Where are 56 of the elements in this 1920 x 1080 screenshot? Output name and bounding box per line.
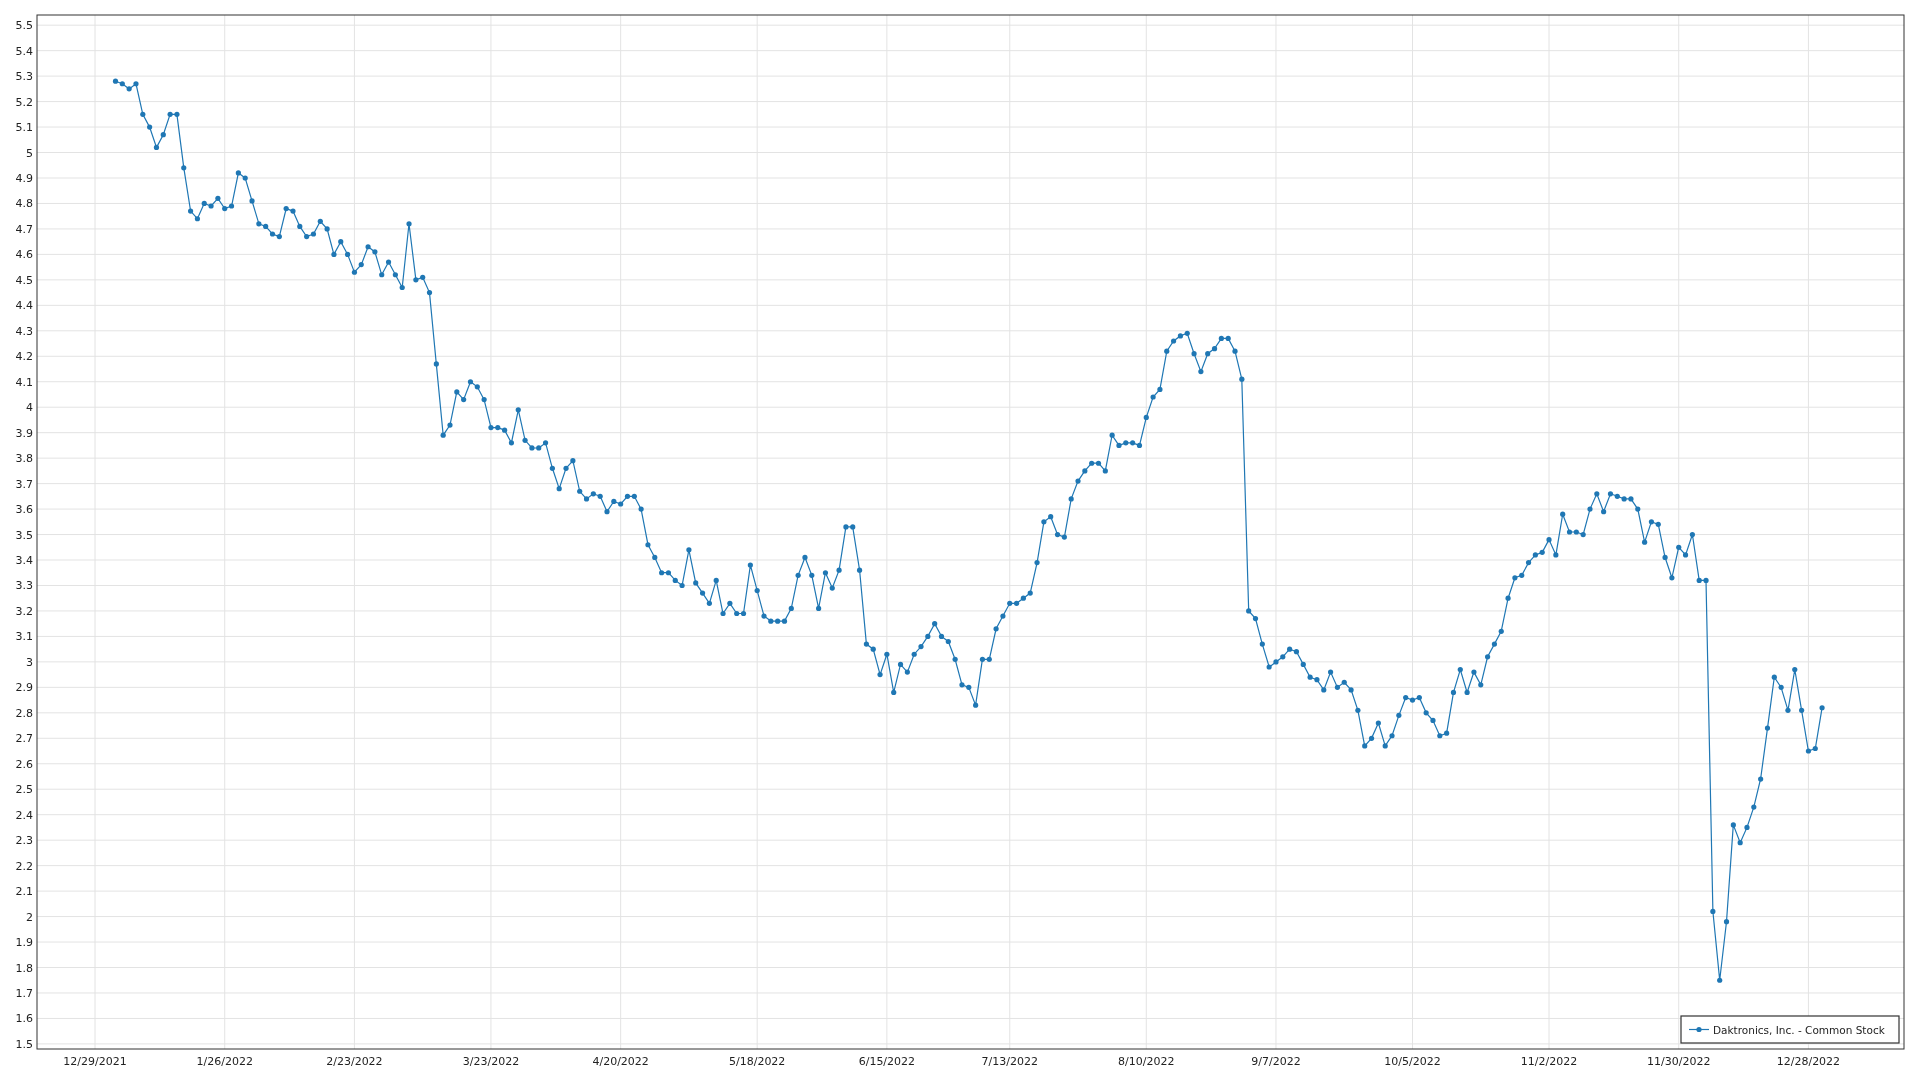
y-axis-label: 2.9 xyxy=(15,681,33,695)
y-axis-label: 3 xyxy=(26,655,33,669)
x-axis-label: 6/15/2022 xyxy=(858,1055,916,1068)
y-axis-label: 3.1 xyxy=(15,630,33,644)
y-axis-label: 4.1 xyxy=(15,375,33,389)
y-axis-label: 5.4 xyxy=(15,44,33,58)
x-axis-label: 8/10/2022 xyxy=(1118,1055,1175,1068)
x-axis-label: 2/23/2022 xyxy=(326,1055,383,1068)
y-axis-label: 5.3 xyxy=(15,70,33,84)
x-axis-label: 7/13/2022 xyxy=(981,1055,1038,1068)
y-axis-label: 4 xyxy=(26,401,33,415)
x-axis-label: 11/30/2022 xyxy=(1647,1055,1711,1068)
y-axis-label: 4.8 xyxy=(15,197,33,211)
x-axis-label: 1/26/2022 xyxy=(196,1055,253,1068)
y-axis-label: 1.6 xyxy=(15,1012,33,1026)
y-axis-label: 3.4 xyxy=(15,554,33,567)
y-axis-label: 3.6 xyxy=(15,503,33,517)
y-axis-label: 4.4 xyxy=(15,299,33,313)
y-axis-label: 3.9 xyxy=(15,426,33,440)
y-axis-label: 3.5 xyxy=(15,528,33,542)
y-axis-label: 4.9 xyxy=(15,172,33,185)
y-axis-label: 2.6 xyxy=(15,757,33,771)
x-axis-label: 12/29/2021 xyxy=(63,1055,127,1068)
y-axis-label: 1.7 xyxy=(15,986,33,1000)
y-axis-label: 5.5 xyxy=(15,19,33,33)
y-axis-label: 3.8 xyxy=(15,452,33,466)
x-axis-label: 12/28/2022 xyxy=(1776,1055,1841,1068)
y-axis-label: 5 xyxy=(26,146,33,160)
y-axis-label: 3.3 xyxy=(15,579,33,593)
y-axis-label: 2.7 xyxy=(15,732,33,746)
y-axis-label: 4.6 xyxy=(15,248,33,262)
x-axis-label: 5/18/2022 xyxy=(728,1055,786,1068)
y-axis-label: 2 xyxy=(26,910,33,924)
y-axis-label: 2.1 xyxy=(15,885,33,899)
y-axis-label: 2.8 xyxy=(15,706,33,720)
x-axis-label: 11/2/2022 xyxy=(1520,1055,1578,1068)
y-axis-label: 2.2 xyxy=(15,859,33,873)
y-axis-label: 1.8 xyxy=(15,961,33,975)
x-axis-label: 9/7/2022 xyxy=(1251,1055,1301,1068)
x-axis-label: 3/23/2022 xyxy=(462,1055,520,1068)
y-axis-label: 2.4 xyxy=(15,808,33,822)
y-axis-label: 4.5 xyxy=(15,273,33,287)
x-axis-label: 4/20/2022 xyxy=(592,1055,649,1068)
y-axis-label: 1.9 xyxy=(15,936,33,950)
y-axis-label: 4.7 xyxy=(15,222,33,236)
y-axis-label: 4.2 xyxy=(15,350,33,364)
y-axis-label: 3.7 xyxy=(15,477,33,491)
legend-label: Daktronics, Inc. - Common Stock xyxy=(1713,1023,1885,1036)
x-axis-label: 10/5/2022 xyxy=(1384,1055,1441,1068)
y-axis-label: 1.5 xyxy=(15,1037,33,1051)
y-axis-label: 2.5 xyxy=(15,783,33,797)
y-axis-label: 5.1 xyxy=(15,121,33,135)
y-axis-label: 5.2 xyxy=(15,95,33,109)
y-axis-label: 4.3 xyxy=(15,324,33,338)
y-axis-label: 3.2 xyxy=(15,604,33,618)
y-axis-label: 2.3 xyxy=(15,834,33,848)
